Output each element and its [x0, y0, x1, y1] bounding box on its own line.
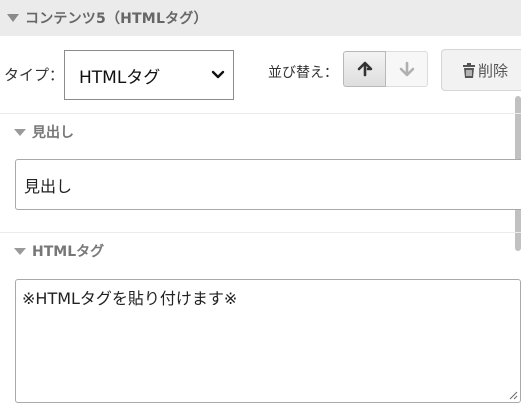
type-label: タイプ： [4, 66, 65, 84]
delete-button[interactable]: 削除 [441, 49, 521, 91]
section-title: コンテンツ5（HTMLタグ） [25, 11, 208, 27]
move-down-button[interactable] [386, 51, 428, 87]
html-textarea[interactable]: ※HTMLタグを貼り付けます※ [15, 279, 521, 403]
heading-input[interactable]: 見出し [15, 159, 521, 210]
sort-label: 並び替え： [268, 65, 338, 81]
html-textarea-value: ※HTMLタグを貼り付けます※ [22, 289, 238, 308]
collapse-triangle-icon [14, 247, 26, 255]
chevron-down-icon [211, 70, 225, 79]
heading-input-value: 見出し [24, 176, 73, 196]
arrow-up-icon [357, 61, 372, 77]
arrow-down-icon [399, 61, 414, 77]
content-block-editor: コンテンツ5（HTMLタグ） タイプ： HTMLタグ 並び替え： 削除 見出し … [0, 0, 521, 415]
type-select-value: HTMLタグ [79, 67, 161, 88]
html-field-label[interactable]: HTMLタグ [14, 241, 104, 261]
section-header[interactable]: コンテンツ5（HTMLタグ） [0, 0, 521, 36]
resize-grip-icon[interactable] [508, 390, 518, 400]
collapse-triangle-icon [7, 14, 19, 22]
html-field-label-text: HTMLタグ [32, 244, 105, 260]
collapse-triangle-icon [14, 128, 26, 136]
type-select[interactable]: HTMLタグ [64, 50, 234, 100]
divider [0, 113, 521, 114]
divider [0, 232, 521, 233]
move-up-button[interactable] [343, 51, 386, 87]
heading-field-label-text: 見出し [32, 125, 74, 141]
trash-icon [463, 62, 475, 78]
heading-field-label[interactable]: 見出し [14, 122, 74, 142]
delete-button-label: 削除 [478, 61, 509, 80]
